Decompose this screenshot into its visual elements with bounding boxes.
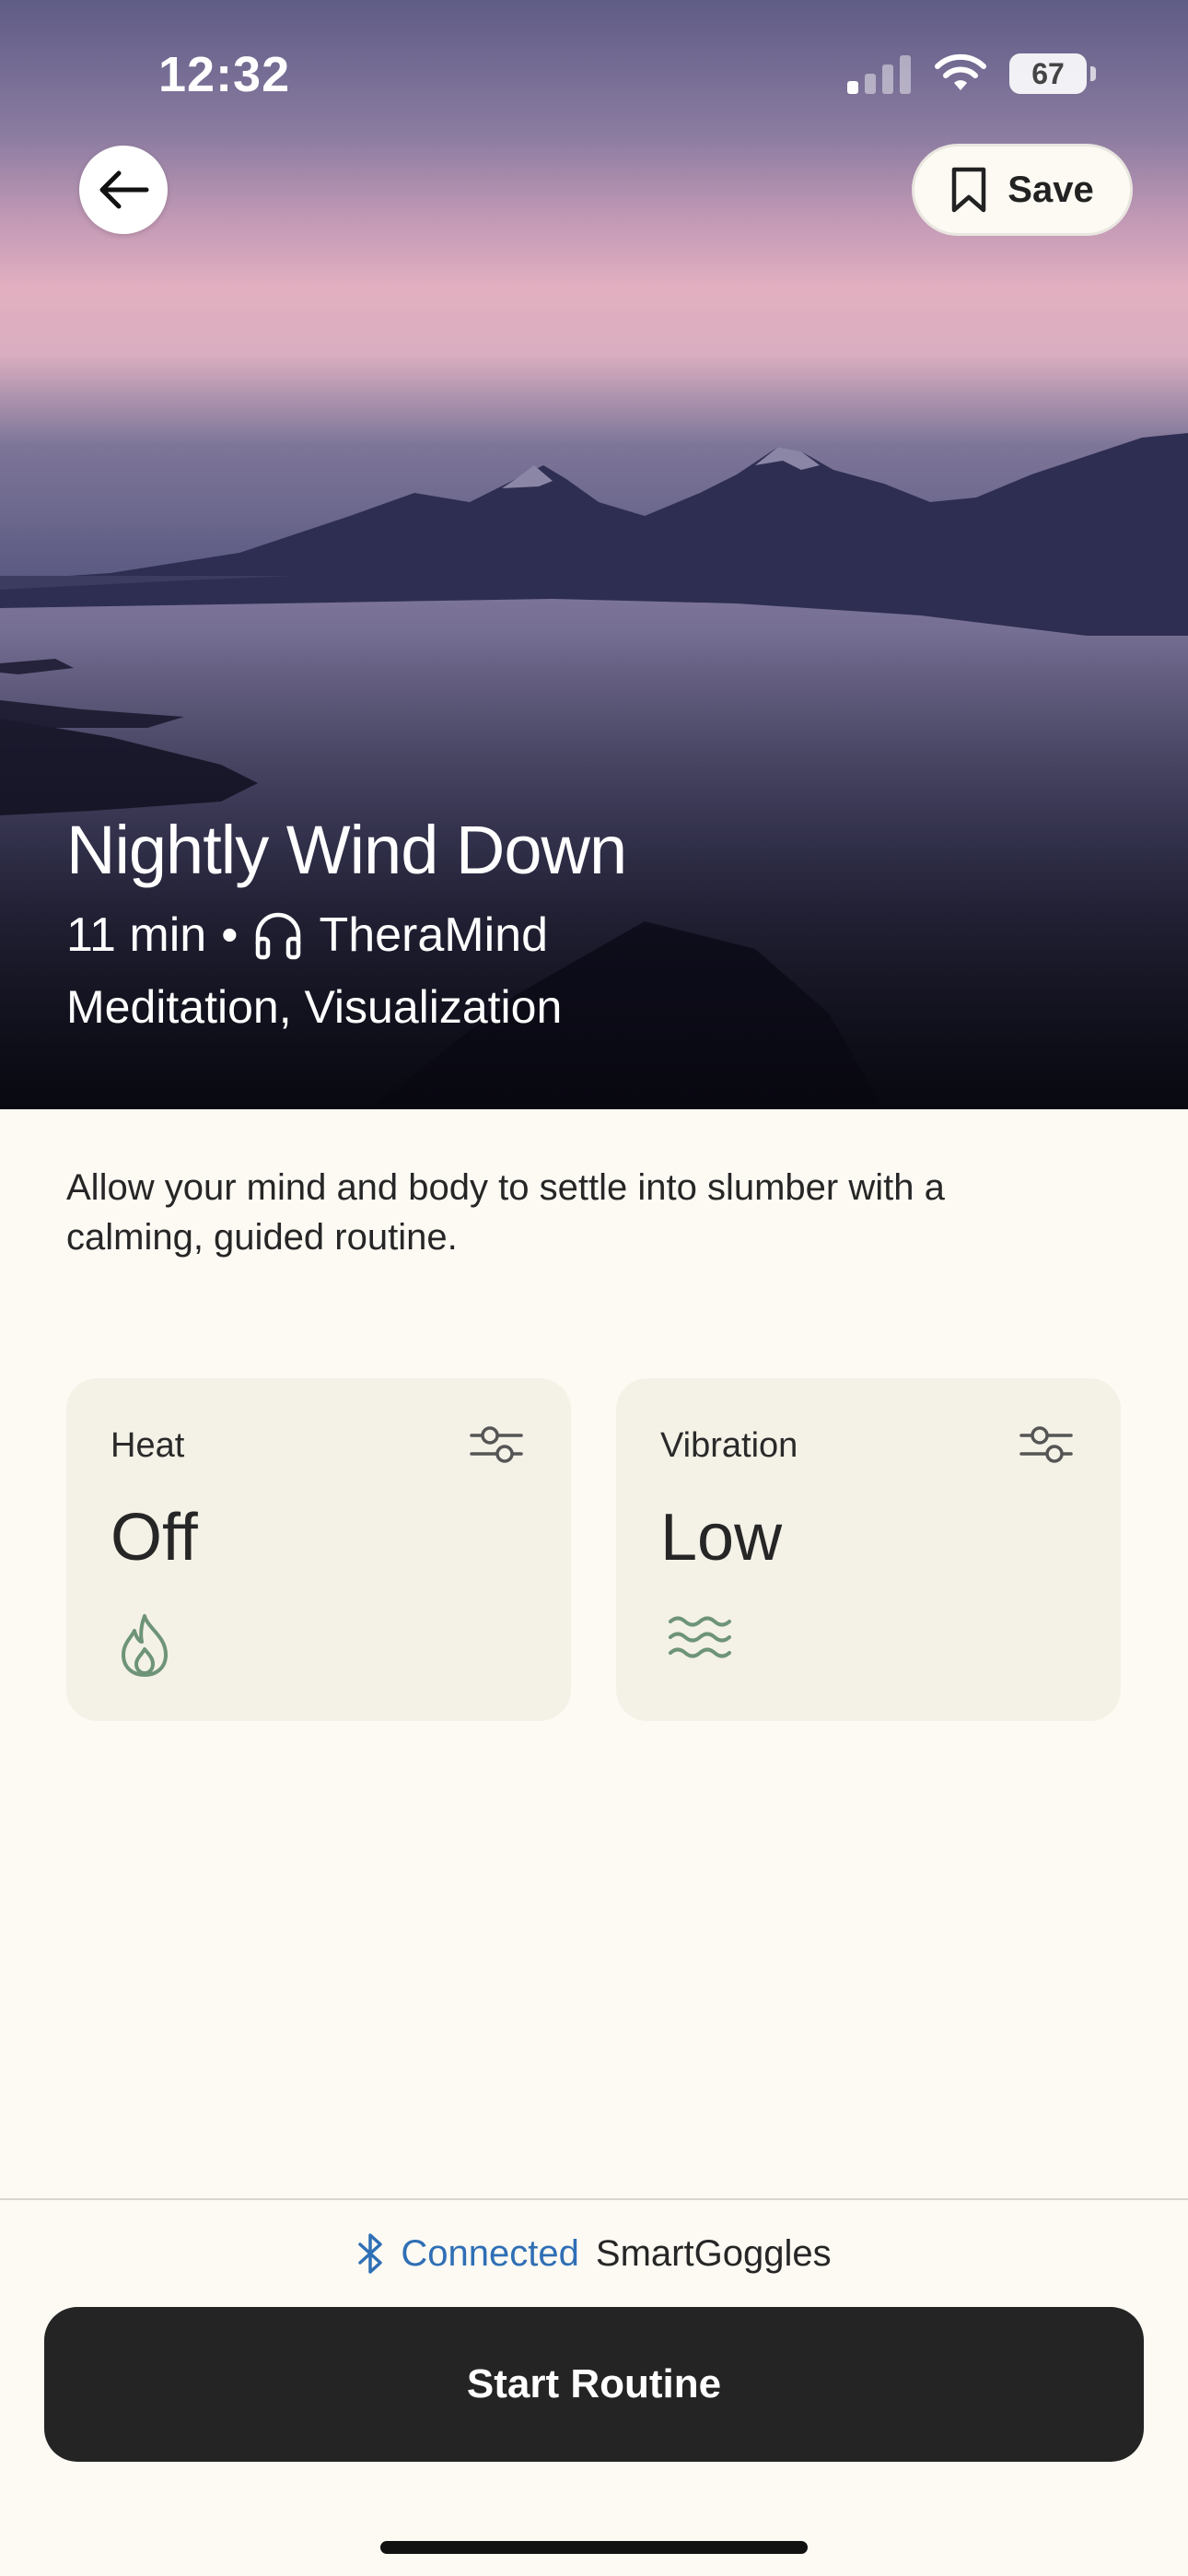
bluetooth-icon: [358, 2233, 383, 2274]
bookmark-icon: [952, 167, 986, 213]
routine-meta: 11 min • TheraMind: [66, 907, 548, 963]
vibration-setting-card[interactable]: Vibration Low: [616, 1378, 1121, 1721]
footer-divider: [0, 2198, 1188, 2200]
meta-separator: •: [221, 908, 239, 962]
heat-label: Heat: [111, 1426, 185, 1465]
status-time: 12:32: [158, 47, 291, 102]
status-icons: 67: [847, 53, 1096, 94]
battery-indicator: 67: [1009, 53, 1096, 94]
sliders-icon[interactable]: [470, 1424, 523, 1465]
home-indicator[interactable]: [380, 2541, 808, 2554]
save-button[interactable]: Save: [912, 144, 1133, 236]
routine-title: Nightly Wind Down: [66, 812, 627, 888]
flame-icon: [122, 1614, 168, 1677]
heat-value: Off: [111, 1501, 198, 1575]
routine-duration: 11 min: [66, 908, 207, 962]
routine-tags: Meditation, Visualization: [66, 981, 563, 1033]
wifi-icon: [935, 53, 986, 90]
routine-provider: TheraMind: [319, 908, 548, 962]
vibration-value: Low: [660, 1501, 783, 1575]
headphones-icon: [256, 912, 301, 960]
connection-status: Connected SmartGoggles: [0, 2231, 1188, 2276]
back-button[interactable]: [79, 146, 168, 234]
battery-level: 67: [1031, 56, 1065, 90]
cellular-signal-icon: [847, 55, 911, 94]
heat-setting-card[interactable]: Heat Off: [66, 1378, 571, 1721]
start-routine-button[interactable]: Start Routine: [44, 2307, 1144, 2462]
device-name: SmartGoggles: [595, 2232, 832, 2274]
routine-description: Allow your mind and body to settle into …: [66, 1167, 945, 1258]
waves-icon: [669, 1616, 731, 1658]
save-label: Save: [1007, 169, 1094, 210]
connection-state: Connected: [401, 2232, 579, 2274]
vibration-label: Vibration: [660, 1426, 798, 1465]
sliders-icon[interactable]: [1019, 1424, 1073, 1465]
arrow-left-icon: [99, 170, 149, 209]
